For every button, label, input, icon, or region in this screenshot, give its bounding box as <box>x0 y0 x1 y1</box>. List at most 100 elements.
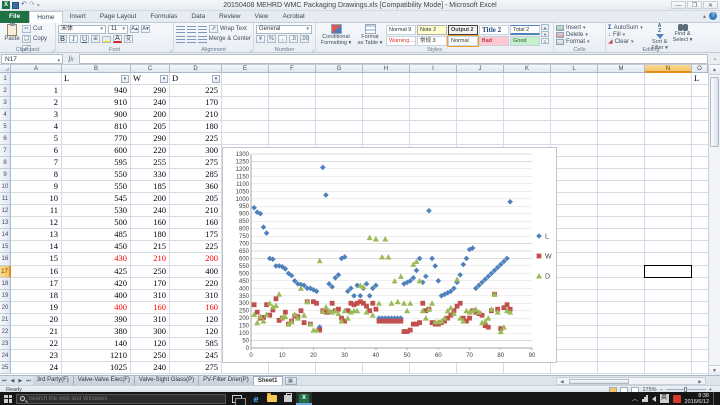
cell-A15[interactable]: 14 <box>11 241 62 253</box>
cell-B25[interactable]: 1025 <box>62 362 131 374</box>
row-header-14[interactable]: 14 <box>0 229 11 241</box>
cell-O4[interactable] <box>692 109 708 121</box>
style-gallery-item[interactable]: Total 2 <box>510 25 540 35</box>
insert-cells-button[interactable]: Insert▾ <box>556 24 603 31</box>
cell-C11[interactable]: 200 <box>131 193 170 205</box>
row-header-5[interactable]: 5 <box>0 121 11 133</box>
excel-taskbar-icon[interactable]: X <box>296 392 312 405</box>
cell-D3[interactable]: 170 <box>170 97 222 109</box>
prev-sheet-icon[interactable]: ◀ <box>9 378 17 384</box>
increase-decimal-icon[interactable]: .0 <box>289 35 298 43</box>
cell-D6[interactable]: 225 <box>170 133 222 145</box>
row-header-4[interactable]: 4 <box>0 109 11 121</box>
format-cells-button[interactable]: Format▾ <box>556 38 603 45</box>
align-bottom-icon[interactable] <box>198 26 207 33</box>
cell-C20[interactable]: 160 <box>131 302 170 314</box>
horizontal-scrollbar[interactable]: ◀ ▶ <box>556 377 706 385</box>
cell-D14[interactable]: 175 <box>170 229 222 241</box>
row-header-3[interactable]: 3 <box>0 97 11 109</box>
legend-item-W[interactable]: W <box>537 254 552 261</box>
cell-B2[interactable]: 940 <box>62 85 131 97</box>
row-header-25[interactable]: 25 <box>0 362 11 374</box>
delete-cells-button[interactable]: Delete▾ <box>556 31 603 38</box>
cell-C22[interactable]: 300 <box>131 326 170 338</box>
cell-D7[interactable]: 300 <box>170 145 222 157</box>
collapse-ribbon-icon[interactable]: ▴ <box>703 13 706 20</box>
cell-D18[interactable]: 220 <box>170 278 222 290</box>
cut-button[interactable]: ✂Cut <box>22 24 47 34</box>
row-header-1[interactable]: 1 <box>0 73 11 85</box>
ribbon-tab-home[interactable]: Home <box>29 11 62 23</box>
sheet-tab-3rd-party-f-[interactable]: 3rd Party(F) <box>33 376 74 386</box>
column-header-K[interactable]: K <box>504 65 551 73</box>
cell-C2[interactable]: 290 <box>131 85 170 97</box>
clock[interactable]: 8:38 2016/6/12 <box>685 393 709 405</box>
cell-O3[interactable] <box>692 97 708 109</box>
cell-O21[interactable] <box>692 314 708 326</box>
cell-B16[interactable]: 430 <box>62 253 131 265</box>
cell-B24[interactable]: 1210 <box>62 350 131 362</box>
row-header-10[interactable]: 10 <box>0 181 11 193</box>
cell-C19[interactable]: 310 <box>131 290 170 302</box>
cell-A21[interactable]: 20 <box>11 314 62 326</box>
orientation-icon[interactable]: ⇗ <box>209 25 218 33</box>
sheet-tab-pv-filter-drier-p-[interactable]: PV-Filter Drier(P) <box>199 376 254 386</box>
ribbon-tab-view[interactable]: View <box>247 11 275 23</box>
align-middle-icon[interactable] <box>187 26 196 33</box>
font-name-select[interactable]: 宋体▾ <box>58 25 106 34</box>
cell-A18[interactable]: 17 <box>11 278 62 290</box>
row-header-24[interactable]: 24 <box>0 350 11 362</box>
row-header-20[interactable]: 20 <box>0 302 11 314</box>
ime-language-icon[interactable]: 英 <box>660 394 669 403</box>
gallery-down-icon[interactable]: ▾ <box>541 31 549 37</box>
task-view-icon[interactable] <box>232 395 242 403</box>
cell-C15[interactable]: 215 <box>131 241 170 253</box>
cell-D25[interactable]: 275 <box>170 362 222 374</box>
column-header-H[interactable]: H <box>363 65 410 73</box>
cell-O23[interactable] <box>692 338 708 350</box>
ribbon-tab-data[interactable]: Data <box>184 11 212 23</box>
column-header-M[interactable]: M <box>598 65 645 73</box>
align-center-icon[interactable] <box>187 36 196 43</box>
cell-D5[interactable]: 180 <box>170 121 222 133</box>
cell-D17[interactable]: 400 <box>170 266 222 278</box>
style-gallery-item[interactable]: Warning ... <box>386 36 416 46</box>
cell-C18[interactable]: 170 <box>131 278 170 290</box>
column-header-N[interactable]: N <box>645 65 692 73</box>
wrap-text-button[interactable]: Wrap Text <box>220 26 247 32</box>
column-header-O[interactable]: O <box>692 65 708 73</box>
vertical-scrollbar[interactable]: ▲ ▼ <box>708 65 720 375</box>
start-button[interactable] <box>0 392 16 405</box>
row-header-9[interactable]: 9 <box>0 169 11 181</box>
cell-A20[interactable]: 19 <box>11 302 62 314</box>
bold-button[interactable]: B <box>58 35 67 43</box>
cell-D8[interactable]: 275 <box>170 157 222 169</box>
cell-A12[interactable]: 11 <box>11 205 62 217</box>
align-right-icon[interactable] <box>198 36 207 43</box>
cell-A6[interactable]: 5 <box>11 133 62 145</box>
cell-C6[interactable]: 290 <box>131 133 170 145</box>
gallery-more-icon[interactable]: ≡ <box>541 38 549 44</box>
cell-B22[interactable]: 380 <box>62 326 131 338</box>
scroll-up-icon[interactable]: ▲ <box>709 65 720 75</box>
cell-A13[interactable]: 12 <box>11 217 62 229</box>
cell-A24[interactable]: 23 <box>11 350 62 362</box>
cell-B5[interactable]: 810 <box>62 121 131 133</box>
cell-D11[interactable]: 205 <box>170 193 222 205</box>
last-sheet-icon[interactable]: ⏭ <box>24 378 33 384</box>
cell-A22[interactable]: 21 <box>11 326 62 338</box>
row-header-17[interactable]: 17 <box>0 266 11 278</box>
conditional-formatting-button[interactable]: ConditionalFormatting ▾ <box>318 24 354 46</box>
row-header-21[interactable]: 21 <box>0 314 11 326</box>
vertical-scroll-thumb[interactable] <box>710 77 719 147</box>
empty-cells[interactable] <box>222 85 692 97</box>
minimize-button[interactable]: — <box>671 1 686 9</box>
cell-D16[interactable]: 200 <box>170 253 222 265</box>
cell-D22[interactable]: 120 <box>170 326 222 338</box>
row-header-23[interactable]: 23 <box>0 338 11 350</box>
cell-C24[interactable]: 250 <box>131 350 170 362</box>
cell-B12[interactable]: 530 <box>62 205 131 217</box>
cell-B18[interactable]: 420 <box>62 278 131 290</box>
style-gallery-item[interactable]: Normal 9 <box>386 25 416 35</box>
ribbon-tab-page-layout[interactable]: Page Layout <box>93 11 144 23</box>
